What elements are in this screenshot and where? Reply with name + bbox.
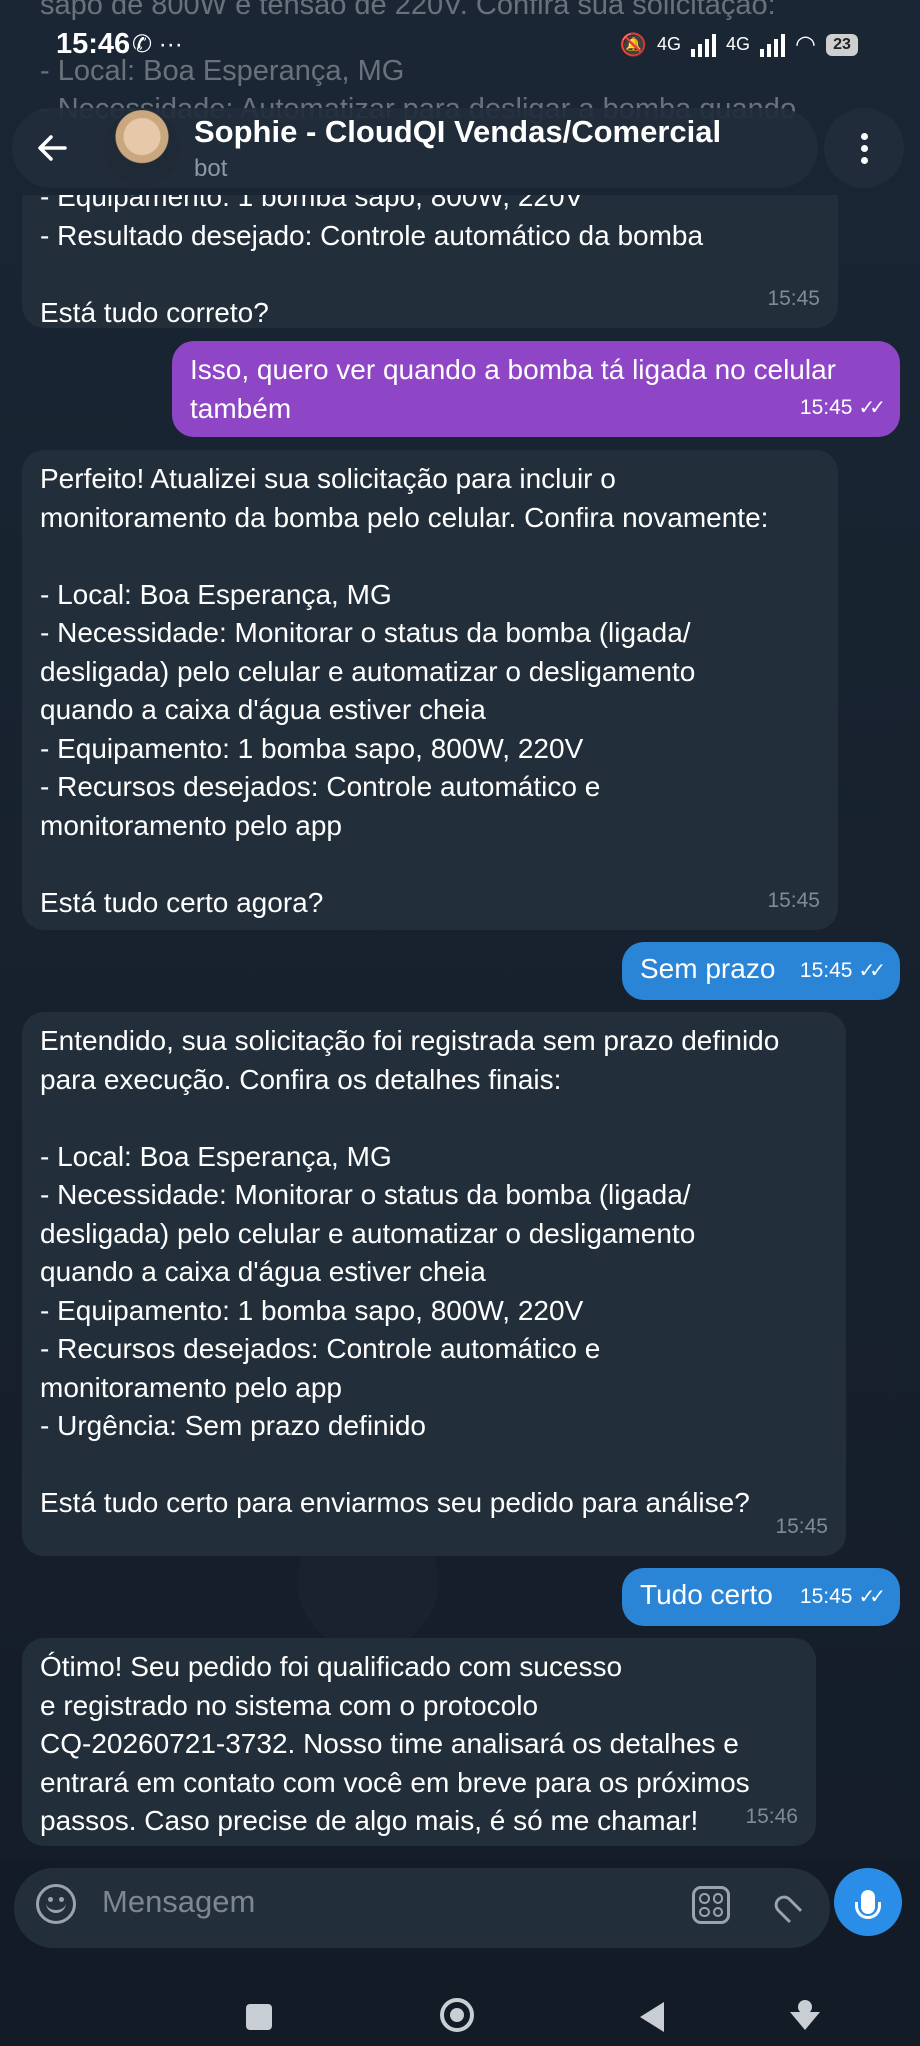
back-arrow-icon <box>38 135 67 161</box>
double-check-icon: ✓✓ <box>858 1585 885 1608</box>
message-outgoing[interactable]: Sem prazo 15:45 ✓✓ <box>622 942 900 1000</box>
message-incoming[interactable]: Ótimo! Seu pedido foi qualificado com su… <box>22 1638 816 1846</box>
message-incoming[interactable]: Perfeito! Atualizei sua solicitação para… <box>22 450 838 930</box>
message-time: 15:45 ✓✓ <box>799 1578 886 1617</box>
message-text: - Equipamento: 1 bomba sapo, 800W, 220V … <box>40 181 704 328</box>
more-options-button[interactable] <box>824 108 904 188</box>
message-time-value: 15:45 <box>799 958 853 982</box>
avatar[interactable] <box>104 110 180 186</box>
message-time: 15:45 <box>767 286 820 310</box>
chat-title[interactable]: Sophie - CloudQI Vendas/Comercial <box>194 114 721 150</box>
message-time: 15:45 ✓✓ <box>799 389 886 428</box>
message-outgoing[interactable]: Isso, quero ver quando a bomba tá ligada… <box>172 341 900 437</box>
message-incoming[interactable]: - Equipamento: 1 bomba sapo, 800W, 220V … <box>22 195 838 328</box>
back-button[interactable] <box>12 108 92 188</box>
double-check-icon: ✓✓ <box>858 959 885 982</box>
message-time-value: 15:45 <box>799 395 853 419</box>
status-time: 15:46 <box>56 28 131 60</box>
telegram-chat-screen: sapo de 800W e tensão de 220V. Confira s… <box>0 0 920 2046</box>
message-text: Isso, quero ver quando a bomba tá ligada… <box>190 354 836 424</box>
wifi-icon: ◠ <box>795 31 816 58</box>
signal-icon <box>691 33 717 57</box>
message-outgoing[interactable]: Tudo certo 15:45 ✓✓ <box>622 1568 900 1626</box>
message-time: 15:46 <box>745 1804 798 1828</box>
status-indicators: 🔕 4G 4G ◠ 23 <box>620 30 858 59</box>
system-back-icon[interactable] <box>640 2002 664 2032</box>
message-text: Perfeito! Atualizei sua solicitação para… <box>40 463 769 918</box>
message-text: Ótimo! Seu pedido foi qualificado com su… <box>40 1651 750 1836</box>
message-incoming[interactable]: Entendido, sua solicitação foi registrad… <box>22 1012 846 1556</box>
mic-icon <box>855 1890 881 1919</box>
message-time: 15:45 <box>775 1514 828 1538</box>
home-icon[interactable] <box>440 1998 474 2032</box>
message-time: 15:45 <box>767 888 820 912</box>
message-time: 15:45 ✓✓ <box>799 952 886 991</box>
more-vertical-icon <box>860 132 868 164</box>
notification-icons: ✆ ··· <box>132 31 183 58</box>
battery-icon: 23 <box>826 33 858 56</box>
status-bar: 15:46 ✆ ··· 🔕 4G 4G ◠ 23 <box>0 0 920 90</box>
message-input[interactable]: Mensagem <box>102 1884 255 1920</box>
network-label: 4G <box>726 34 751 54</box>
mute-icon: 🔕 <box>619 31 648 57</box>
accessibility-icon[interactable] <box>790 2000 820 2030</box>
signal-icon <box>760 33 786 57</box>
sticker-icon[interactable] <box>692 1886 730 1924</box>
double-check-icon: ✓✓ <box>858 396 885 419</box>
recent-apps-icon[interactable] <box>246 2004 272 2030</box>
message-time-value: 15:45 <box>799 1584 853 1608</box>
network-label: 4G <box>657 34 682 54</box>
mic-button[interactable] <box>834 1868 902 1936</box>
message-text: Entendido, sua solicitação foi registrad… <box>40 1025 780 1518</box>
chat-subtitle: bot <box>194 155 228 182</box>
